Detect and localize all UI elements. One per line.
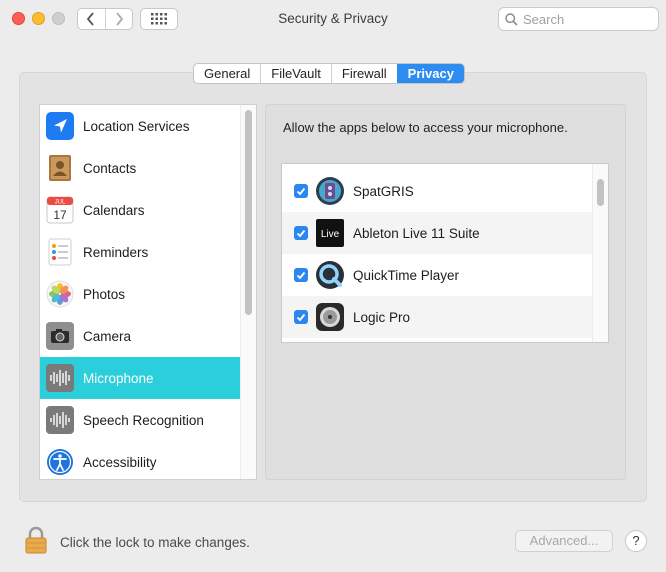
padlock-icon <box>25 526 47 554</box>
sidebar-item-label: Microphone <box>83 370 154 386</box>
contacts-book-icon <box>45 153 75 183</box>
privacy-category-list[interactable]: Location Services Contacts JUL 17 Calend… <box>39 104 257 480</box>
help-button[interactable]: ? <box>625 530 647 552</box>
sidebar-scrollbar[interactable] <box>240 105 256 479</box>
search-icon <box>505 12 518 26</box>
sidebar-item-contacts[interactable]: Contacts <box>40 147 241 189</box>
spatgris-icon <box>315 176 345 206</box>
sidebar-item-label: Calendars <box>83 202 145 218</box>
app-row-ableton-live[interactable]: Live Ableton Live 11 Suite <box>282 212 592 254</box>
sidebar-scroll-thumb[interactable] <box>245 110 252 315</box>
sidebar-item-reminders[interactable]: Reminders <box>40 231 241 273</box>
camera-icon <box>45 321 75 351</box>
app-name: Ableton Live 11 Suite <box>353 225 480 241</box>
app-checkbox[interactable] <box>294 184 308 198</box>
sidebar-item-label: Camera <box>83 328 132 344</box>
sidebar-item-accessibility[interactable]: Accessibility <box>40 441 241 479</box>
speech-waveform-icon <box>45 405 75 435</box>
calendar-day-text: 17 <box>53 208 67 222</box>
tab-general[interactable]: General <box>194 64 260 83</box>
sidebar-item-microphone[interactable]: Microphone <box>40 357 241 399</box>
reminders-list-icon <box>45 237 75 267</box>
sidebar-item-calendars[interactable]: JUL 17 Calendars <box>40 189 241 231</box>
lock-status-text: Click the lock to make changes. <box>60 535 250 550</box>
sidebar-item-label: Reminders <box>83 244 149 260</box>
accessibility-person-icon <box>45 447 75 477</box>
microphone-waveform-icon <box>45 363 75 393</box>
tab-privacy[interactable]: Privacy <box>396 64 464 83</box>
app-list-scroll-thumb[interactable] <box>597 179 604 206</box>
app-row-logic-pro[interactable]: Logic Pro <box>282 296 592 338</box>
app-name: QuickTime Player <box>353 267 460 283</box>
sidebar-item-location-services[interactable]: Location Services <box>40 105 241 147</box>
sidebar-item-photos[interactable]: Photos <box>40 273 241 315</box>
checkmark-icon <box>296 187 306 195</box>
sidebar-item-label: Contacts <box>83 160 137 176</box>
app-name: SpatGRIS <box>353 183 414 199</box>
quicktime-icon <box>315 260 345 290</box>
sidebar-item-label: Accessibility <box>83 454 157 470</box>
checkmark-icon <box>296 313 306 321</box>
app-name: Logic Pro <box>353 309 411 325</box>
photos-flower-icon <box>45 279 75 309</box>
app-list-scrollbar[interactable] <box>592 164 608 342</box>
calendar-month-text: JUL <box>55 200 66 206</box>
sidebar-item-label: Location Services <box>83 118 190 134</box>
sidebar-item-label: Speech Recognition <box>83 412 204 428</box>
logic-pro-icon <box>315 302 345 332</box>
title-bar: Security & Privacy <box>0 0 666 38</box>
tab-bar: General FileVault Firewall Privacy <box>193 63 465 84</box>
lock-button[interactable] <box>24 526 48 554</box>
app-access-list[interactable]: SpatGRIS Live Ableton Live 11 Suite Quic… <box>281 163 609 343</box>
sidebar-item-speech-recognition[interactable]: Speech Recognition <box>40 399 241 441</box>
app-row-spatgris[interactable]: SpatGRIS <box>282 170 592 212</box>
live-icon-text: Live <box>321 229 340 240</box>
app-checkbox[interactable] <box>294 268 308 282</box>
checkmark-icon <box>296 229 306 237</box>
calendar-icon: JUL 17 <box>45 195 75 225</box>
sidebar-item-label: Photos <box>83 286 126 302</box>
tab-filevault[interactable]: FileVault <box>260 64 331 83</box>
app-row-quicktime[interactable]: QuickTime Player <box>282 254 592 296</box>
search-field[interactable] <box>498 7 659 31</box>
app-checkbox[interactable] <box>294 226 308 240</box>
app-checkbox[interactable] <box>294 310 308 324</box>
advanced-button[interactable]: Advanced... <box>515 530 613 552</box>
ableton-live-icon: Live <box>315 218 345 248</box>
tab-firewall[interactable]: Firewall <box>330 64 397 83</box>
checkmark-icon <box>296 271 306 279</box>
search-input[interactable] <box>523 11 653 27</box>
panel-description: Allow the apps below to access your micr… <box>283 120 568 135</box>
location-arrow-icon <box>45 111 75 141</box>
sidebar-item-camera[interactable]: Camera <box>40 315 241 357</box>
